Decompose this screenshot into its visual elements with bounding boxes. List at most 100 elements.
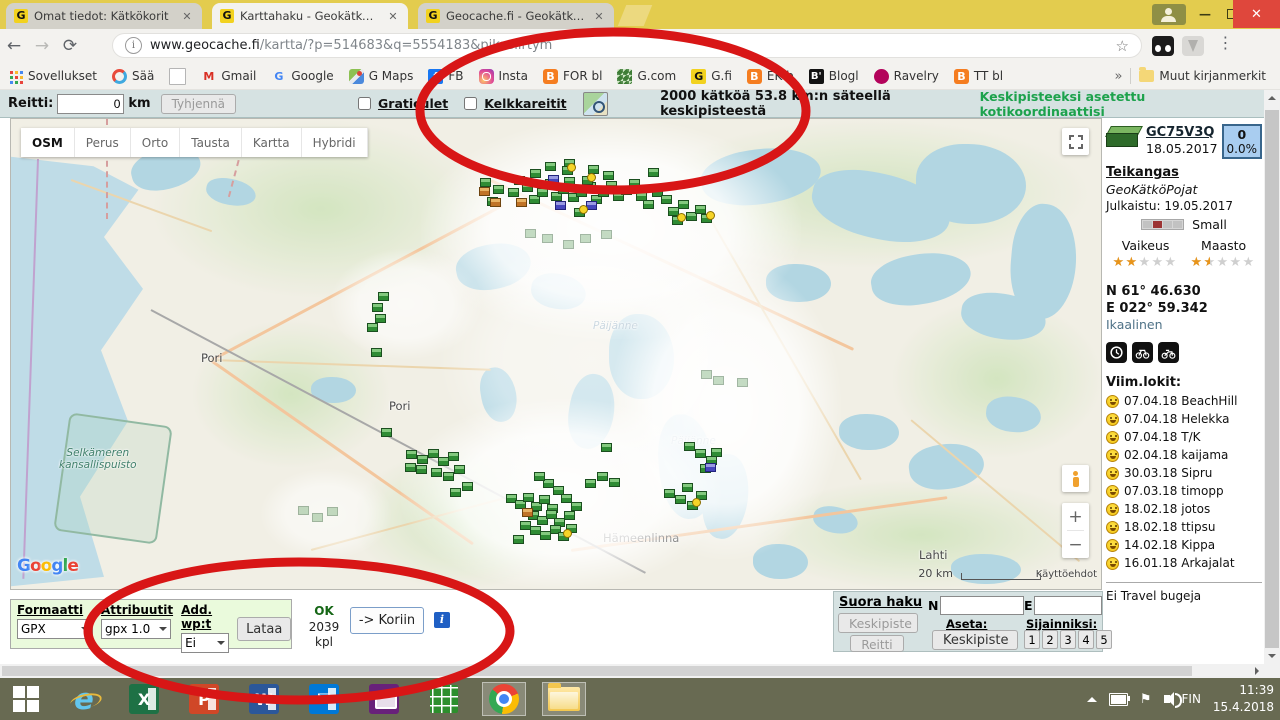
cache-marker[interactable] [601,443,612,452]
cache-marker[interactable] [525,229,536,238]
bookmark-item[interactable]: BTT bl [954,69,1003,84]
tab-close-icon[interactable]: ✕ [386,10,400,23]
position-button-4[interactable]: 4 [1078,630,1094,649]
layer-tab-perus[interactable]: Perus [75,128,131,157]
taskbar-powerpoint[interactable]: P [182,682,226,716]
cache-marker[interactable] [522,508,533,517]
log-row[interactable]: 07.04.18 BeachHill [1106,394,1262,408]
cache-marker[interactable] [687,501,698,510]
cache-marker[interactable] [574,208,585,217]
tab-close-icon[interactable]: ✕ [592,10,606,23]
cache-marker[interactable] [479,187,490,196]
cache-marker[interactable] [571,502,582,511]
cache-marker[interactable] [606,181,617,190]
taskbar-chrome[interactable] [482,682,526,716]
north-input[interactable] [940,596,1024,615]
cache-marker[interactable] [539,495,550,504]
log-row[interactable]: 07.03.18 timopp [1106,484,1262,498]
vertical-scrollbar[interactable] [1264,90,1280,664]
horizontal-scrollbar[interactable] [0,664,1264,678]
bookmark-item[interactable]: Sovellukset [8,69,97,84]
cache-marker[interactable] [312,513,323,522]
position-button-2[interactable]: 2 [1042,630,1058,649]
cache-marker[interactable] [664,489,675,498]
taskbar-word[interactable]: W [242,682,286,716]
taskbar-mail[interactable]: ✉ [302,682,346,716]
extension-icon[interactable] [1152,36,1174,56]
log-row[interactable]: 30.03.18 Sipru [1106,466,1262,480]
log-row[interactable]: 14.02.18 Kippa [1106,538,1262,552]
keyboard-language[interactable]: FIN [1182,692,1201,706]
layer-tab-osm[interactable]: OSM [21,128,75,157]
cache-marker[interactable] [381,428,392,437]
to-basket-button[interactable]: -> Koriin [350,607,424,634]
cache-marker[interactable] [701,214,712,223]
route-distance-input[interactable] [57,94,124,114]
taskbar-purple-app[interactable] [362,682,406,716]
cache-marker[interactable] [562,166,573,175]
cache-marker[interactable] [480,178,491,187]
scroll-right-icon[interactable] [1255,667,1259,675]
layer-tab-orto[interactable]: Orto [131,128,180,157]
cache-marker[interactable] [406,450,417,459]
browser-tab[interactable]: GOmat tiedot: Kätkökorit✕ [6,3,202,29]
cache-marker[interactable] [563,240,574,249]
taskbar-excel[interactable]: X [122,682,166,716]
gc-code-link[interactable]: GC75V3Q [1146,125,1214,140]
bookmark-item[interactable]: B'Blogl [809,69,859,84]
cache-marker[interactable] [327,507,338,516]
cache-marker[interactable] [597,472,608,481]
cache-marker[interactable] [454,465,465,474]
bookmark-item[interactable]: Insta [479,69,528,84]
zoom-out-button[interactable]: − [1062,531,1089,558]
cache-marker[interactable] [534,472,545,481]
waypoints-select[interactable]: Ei [181,633,229,653]
browser-menu-icon[interactable]: ⋮ [1214,33,1238,52]
attributes-select[interactable]: gpx 1.0 [101,619,171,639]
cache-marker[interactable] [558,532,569,541]
cache-marker[interactable] [705,463,716,472]
cache-marker[interactable] [580,234,591,243]
cache-marker[interactable] [371,348,382,357]
cache-marker[interactable] [513,535,524,544]
bookmark-item[interactable]: fFB [428,69,463,84]
horizontal-scroll-thumb[interactable] [2,666,1192,676]
layer-tab-tausta[interactable]: Tausta [180,128,242,157]
layer-tab-hybridi[interactable]: Hybridi [302,128,368,157]
cache-marker[interactable] [711,448,722,457]
position-button-1[interactable]: 1 [1024,630,1040,649]
format-select[interactable]: GPX [17,619,93,639]
taskbar-green-app[interactable] [422,682,466,716]
taskbar-explorer[interactable] [542,682,586,716]
cache-marker[interactable] [682,483,693,492]
route-button[interactable]: Reitti [850,635,904,652]
cache-marker[interactable] [561,494,572,503]
position-button-5[interactable]: 5 [1096,630,1112,649]
layer-tab-kartta[interactable]: Kartta [242,128,302,157]
map-canvas[interactable]: PoriPoriPäijännePäijänneHämeenlinnaLahti… [10,118,1102,590]
cache-marker[interactable] [522,183,533,192]
download-button[interactable]: Lataa [237,617,291,641]
cache-name-link[interactable]: Teikangas [1106,165,1262,180]
bookmark-item[interactable] [169,68,186,85]
cache-marker[interactable] [431,468,442,477]
cache-marker[interactable] [609,478,620,487]
graticule-checkbox[interactable] [358,97,371,110]
cache-marker[interactable] [542,234,553,243]
start-button[interactable] [4,682,48,716]
browser-tab[interactable]: GKarttahaku - Geokätköily✕ [212,3,408,29]
bookmark-item[interactable]: BEK b [747,69,794,84]
bookmark-star-icon[interactable]: ☆ [1116,37,1129,55]
cache-marker[interactable] [564,177,575,186]
cache-marker[interactable] [695,449,706,458]
bookmark-item[interactable]: MGmail [201,69,256,84]
cache-marker[interactable] [405,463,416,472]
cache-marker[interactable] [298,506,309,515]
cache-marker[interactable] [548,175,559,184]
other-bookmarks-button[interactable]: Muut kirjanmerkit [1139,69,1266,83]
pegman-button[interactable] [1062,465,1089,492]
cache-marker[interactable] [585,479,596,488]
map-search-icon[interactable] [583,92,608,116]
log-row[interactable]: 18.02.18 jotos [1106,502,1262,516]
cache-marker[interactable] [661,195,672,204]
